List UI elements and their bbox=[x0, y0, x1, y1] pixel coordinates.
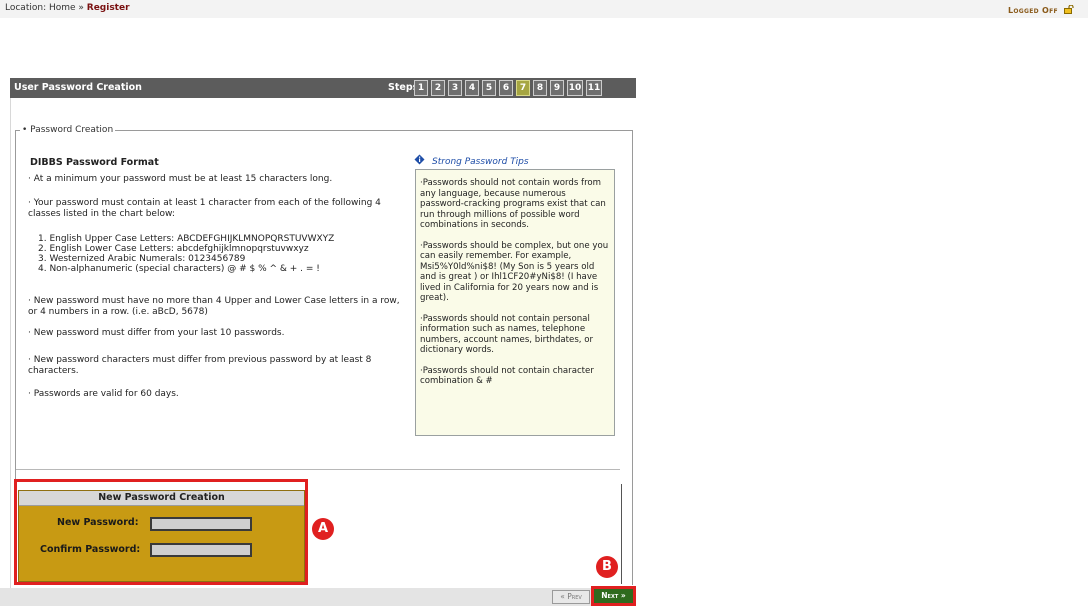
step-4: 4 bbox=[465, 80, 479, 96]
rule-validity: · Passwords are valid for 60 days. bbox=[28, 389, 179, 399]
character-class-list: 1. English Upper Case Letters: ABCDEFGHI… bbox=[38, 234, 334, 274]
list-item: 4. Non-alphanumeric (special characters)… bbox=[38, 264, 320, 274]
rule-differ-line2: characters. bbox=[28, 366, 79, 376]
breadcrumb-prefix: Location: Home » bbox=[5, 3, 87, 13]
panel-header: User Password Creation Steps: 1 2 3 4 5 … bbox=[10, 78, 636, 98]
divider bbox=[621, 484, 622, 584]
rule-classes-line1: · Your password must contain at least 1 … bbox=[28, 198, 381, 208]
tip-item: ·Passwords should not contain personal i… bbox=[420, 313, 594, 356]
panel-title: User Password Creation bbox=[14, 82, 142, 93]
breadcrumb-current: Register bbox=[86, 3, 130, 13]
tips-box: ·Passwords should not contain words from… bbox=[415, 169, 615, 436]
rule-min-length: · At a minimum your password must be at … bbox=[28, 174, 333, 184]
rule-classes-line2: classes listed in the chart below: bbox=[28, 209, 175, 219]
step-8: 8 bbox=[533, 80, 547, 96]
callout-b: B bbox=[596, 556, 618, 578]
list-item: 2. English Lower Case Letters: abcdefghi… bbox=[38, 244, 309, 254]
step-6: 6 bbox=[499, 80, 513, 96]
confirm-password-label: Confirm Password: bbox=[40, 544, 141, 555]
list-item: 1. English Upper Case Letters: ABCDEFGHI… bbox=[38, 234, 335, 244]
rule-in-a-row-line1: · New password must have no more than 4 … bbox=[28, 296, 400, 306]
format-title: DIBBS Password Format bbox=[30, 157, 159, 168]
step-2: 2 bbox=[431, 80, 445, 96]
rule-differ-line1: · New password characters must differ fr… bbox=[28, 355, 372, 365]
tip-item: ·Passwords should not contain words from… bbox=[420, 178, 606, 230]
breadcrumb: Location: Home » Register bbox=[5, 3, 130, 13]
tip-item: ·Passwords should not contain character … bbox=[420, 365, 594, 387]
step-9: 9 bbox=[550, 80, 564, 96]
step-3: 3 bbox=[448, 80, 462, 96]
new-password-input[interactable] bbox=[150, 517, 252, 531]
tip-item: ·Passwords should be complex, but one yo… bbox=[420, 240, 609, 304]
new-password-label: New Password: bbox=[57, 517, 139, 528]
confirm-password-input[interactable] bbox=[150, 543, 252, 557]
info-icon bbox=[414, 154, 425, 165]
rule-in-a-row-line2: or 4 numbers in a row. (i.e. aBcD, 5678) bbox=[28, 307, 208, 317]
step-1: 1 bbox=[414, 80, 428, 96]
rule-history: · New password must differ from your las… bbox=[28, 328, 285, 338]
fieldset-legend: • Password Creation bbox=[20, 125, 116, 135]
divider bbox=[16, 469, 620, 470]
steps-indicator: 1 2 3 4 5 6 7 8 9 10 11 bbox=[414, 80, 602, 96]
step-10: 10 bbox=[567, 80, 583, 96]
strong-password-tips-link[interactable]: Strong Password Tips bbox=[432, 157, 529, 167]
list-item: 3. Westernized Arabic Numerals: 01234567… bbox=[38, 254, 246, 264]
step-7-active: 7 bbox=[516, 80, 530, 96]
step-5: 5 bbox=[482, 80, 496, 96]
top-bar: Location: Home » Register Logged Off bbox=[0, 0, 1088, 18]
new-password-header: New Password Creation bbox=[19, 491, 304, 506]
prev-button[interactable]: « Prev bbox=[552, 590, 590, 604]
logged-off-link[interactable]: Logged Off bbox=[1008, 5, 1074, 15]
logged-off-label: Logged Off bbox=[1007, 6, 1058, 15]
bottom-bar bbox=[0, 588, 636, 606]
lock-icon bbox=[1064, 5, 1074, 14]
callout-a: A bbox=[312, 518, 334, 540]
step-11: 11 bbox=[586, 80, 602, 96]
next-button[interactable]: Next » bbox=[594, 589, 633, 603]
